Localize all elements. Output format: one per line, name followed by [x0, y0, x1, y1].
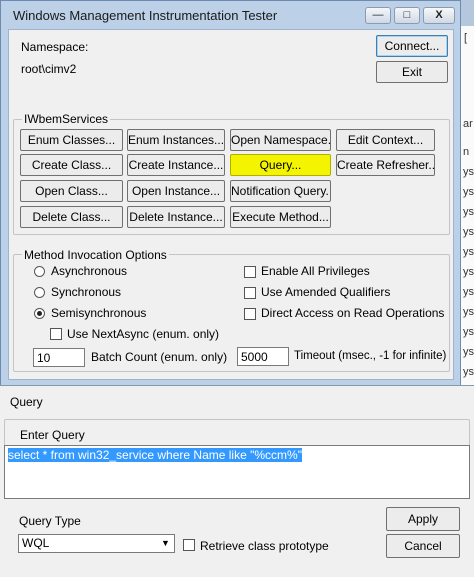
window-title: Windows Management Instrumentation Teste… — [13, 8, 278, 23]
background-fragment: ys — [463, 286, 474, 298]
background-fragment: ys — [463, 306, 474, 318]
background-fragment: ys — [463, 206, 474, 218]
batch-count-input[interactable]: 10 — [33, 348, 85, 367]
timeout-label: Timeout (msec., -1 for infinite) — [294, 350, 447, 362]
dropdown-arrow-icon[interactable]: ▼ — [159, 537, 172, 550]
enum-instances-button[interactable]: Enum Instances... — [127, 129, 225, 151]
notification-query-button[interactable]: Notification Query... — [230, 180, 331, 202]
retrieve-prototype-checkbox[interactable] — [183, 539, 195, 551]
wmi-tester-window: Windows Management Instrumentation Teste… — [0, 0, 461, 386]
enable-privileges-checkbox[interactable] — [244, 266, 256, 278]
query-dialog: Query Enter Query select * from win32_se… — [0, 385, 474, 577]
create-refresher-button[interactable]: Create Refresher... — [336, 154, 435, 176]
delete-instance-button[interactable]: Delete Instance... — [127, 206, 225, 228]
direct-access-label: Direct Access on Read Operations — [261, 306, 445, 320]
background-fragment: ys — [463, 346, 474, 358]
synchronous-label: Synchronous — [51, 285, 122, 299]
query-dialog-titlebar: Query — [0, 386, 474, 416]
background-fragment: n — [463, 146, 470, 158]
namespace-label: Namespace: — [21, 40, 89, 54]
apply-button[interactable]: Apply — [386, 507, 460, 531]
direct-access-checkbox[interactable] — [244, 308, 256, 320]
open-class-button[interactable]: Open Class... — [20, 180, 123, 202]
namespace-value: root\cimv2 — [21, 62, 77, 76]
method-options-group-label: Method Invocation Options — [22, 248, 169, 262]
synchronous-radio[interactable] — [34, 287, 45, 298]
timeout-input[interactable]: 5000 — [237, 347, 289, 366]
edit-context-button[interactable]: Edit Context... — [336, 129, 435, 151]
create-class-button[interactable]: Create Class... — [20, 154, 123, 176]
background-fragment: ys — [463, 246, 474, 258]
iwbem-services-group-label: IWbemServices — [22, 112, 111, 126]
background-fragment: ar — [463, 118, 473, 130]
query-type-select[interactable]: WQL ▼ — [18, 534, 175, 553]
background-fragment: ys — [463, 266, 474, 278]
query-type-label: Query Type — [19, 514, 81, 528]
minimize-button[interactable]: — — [365, 7, 391, 24]
wmi-client-area: Namespace: root\cimv2 Connect... Exit IW… — [8, 29, 454, 380]
query-text: select * from win32_service where Name l… — [8, 448, 302, 462]
delete-class-button[interactable]: Delete Class... — [20, 206, 123, 228]
cancel-button[interactable]: Cancel — [386, 534, 460, 558]
create-instance-button[interactable]: Create Instance... — [127, 154, 225, 176]
background-fragment: ys — [463, 186, 474, 198]
background-fragment: ys — [463, 226, 474, 238]
background-window: [ ar n ys ys ys ys ys ys ys ys ys ys ys — [460, 0, 474, 385]
enum-classes-button[interactable]: Enum Classes... — [20, 129, 123, 151]
open-instance-button[interactable]: Open Instance... — [127, 180, 225, 202]
maximize-icon: □ — [403, 9, 411, 21]
background-fragment: ys — [463, 366, 474, 378]
maximize-button[interactable]: □ — [394, 7, 420, 24]
batch-count-label: Batch Count (enum. only) — [91, 350, 228, 364]
background-fragment: ys — [463, 166, 474, 178]
close-icon: X — [435, 9, 443, 21]
query-dialog-title: Query — [10, 395, 43, 409]
query-text-area[interactable]: select * from win32_service where Name l… — [4, 445, 470, 499]
query-type-value: WQL — [22, 536, 50, 550]
close-button[interactable]: X — [423, 7, 455, 24]
background-window-titlebar — [461, 0, 474, 26]
use-next-async-checkbox[interactable] — [50, 328, 62, 340]
background-fragment: ys — [463, 326, 474, 338]
minimize-icon: — — [372, 9, 384, 21]
asynchronous-radio[interactable] — [34, 266, 45, 277]
execute-method-button[interactable]: Execute Method... — [230, 206, 331, 228]
query-button[interactable]: Query... — [230, 154, 331, 176]
semisynchronous-label: Semisynchronous — [51, 306, 147, 320]
enter-query-label: Enter Query — [20, 428, 85, 442]
amended-qualifiers-checkbox[interactable] — [244, 287, 256, 299]
background-fragment: [ — [464, 32, 468, 44]
open-namespace-button[interactable]: Open Namespace... — [230, 129, 331, 151]
connect-button[interactable]: Connect... — [376, 35, 448, 57]
semisynchronous-radio[interactable] — [34, 308, 45, 319]
enable-privileges-label: Enable All Privileges — [261, 264, 370, 278]
retrieve-prototype-label: Retrieve class prototype — [200, 539, 329, 553]
use-next-async-label: Use NextAsync (enum. only) — [67, 327, 220, 341]
asynchronous-label: Asynchronous — [51, 264, 128, 278]
exit-button[interactable]: Exit — [376, 61, 448, 83]
amended-qualifiers-label: Use Amended Qualifiers — [261, 285, 391, 299]
